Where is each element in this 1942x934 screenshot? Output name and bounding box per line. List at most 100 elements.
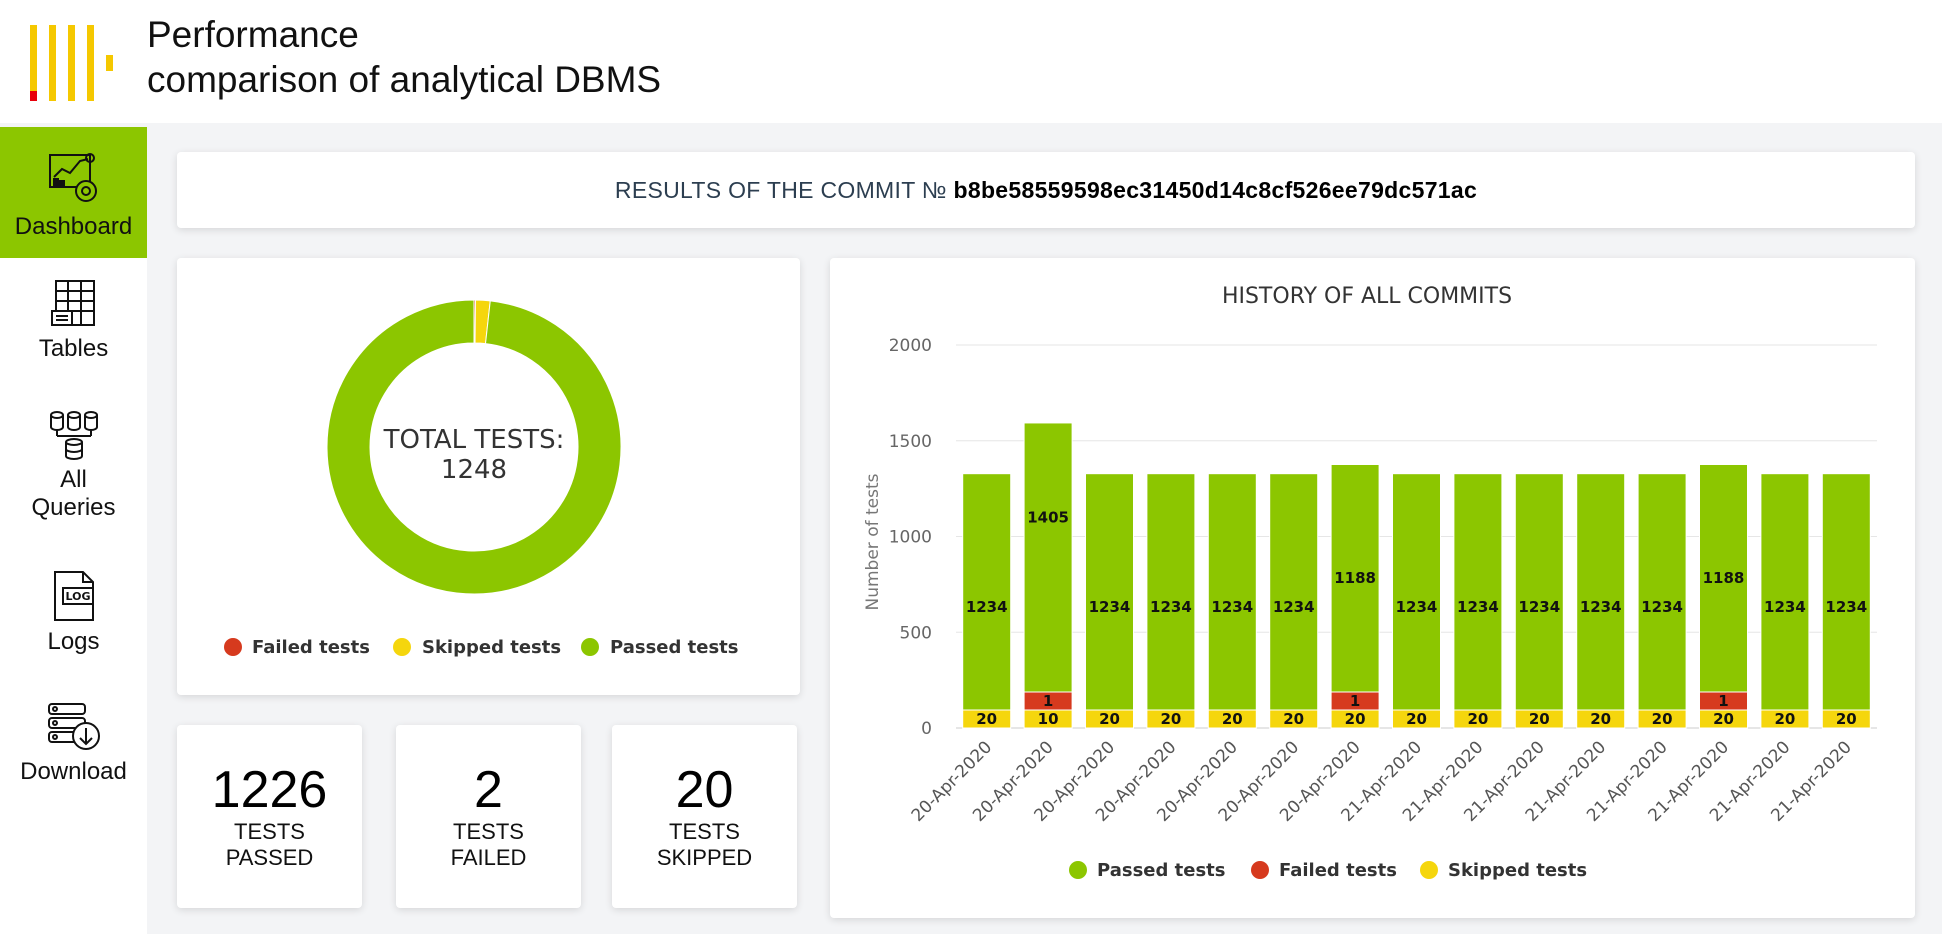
history-chart: HISTORY OF ALL COMMITS Number of tests 0… bbox=[863, 284, 1877, 881]
logo-bar-red bbox=[30, 91, 37, 101]
legend-marker bbox=[1251, 861, 1269, 879]
legend-label: Passed tests bbox=[610, 637, 739, 658]
donut-center-label: TOTAL TESTS: bbox=[383, 425, 565, 455]
bar-value-label: 20 bbox=[1529, 710, 1550, 728]
legend-item-passed-tests[interactable]: Passed tests bbox=[1069, 860, 1226, 881]
bar-value-label: 1234 bbox=[1580, 598, 1622, 616]
bar-value-label: 1188 bbox=[1703, 569, 1745, 587]
stat-value: 2 bbox=[474, 761, 503, 819]
bar-passed-tests[interactable] bbox=[1821, 473, 1871, 711]
stat-label-line2: FAILED bbox=[450, 845, 527, 870]
bar-passed-tests[interactable] bbox=[1760, 473, 1810, 711]
bar-passed-tests[interactable] bbox=[1637, 473, 1687, 711]
y-tick-label: 0 bbox=[921, 719, 932, 739]
history-chart-card: HISTORY OF ALL COMMITS Number of tests 0… bbox=[830, 258, 1915, 918]
donut-center-value: 1248 bbox=[441, 455, 507, 485]
legend-item-failed[interactable]: Failed tests bbox=[224, 637, 370, 658]
bar-value-label: 1234 bbox=[966, 598, 1008, 616]
sidebar-item-tables[interactable]: Tables bbox=[0, 279, 147, 363]
bar-value-label: 1188 bbox=[1334, 569, 1376, 587]
bar-passed-tests[interactable] bbox=[1023, 422, 1073, 693]
sidebar-item-label-line1: All bbox=[60, 466, 87, 493]
bar-passed-tests[interactable] bbox=[1085, 473, 1134, 711]
log-file-icon-text: LOG bbox=[65, 590, 90, 603]
bar-value-label: 1234 bbox=[1825, 598, 1867, 616]
dashboard-icon bbox=[48, 153, 97, 202]
logo-bar bbox=[87, 25, 94, 101]
bar-passed-tests[interactable] bbox=[1146, 473, 1196, 711]
page-title: Performance comparison of analytical DBM… bbox=[147, 12, 661, 102]
sidebar-item-label: Logs bbox=[47, 628, 100, 655]
legend-marker bbox=[393, 638, 411, 656]
chart-bars: 2012341011405201234201234201234201234201… bbox=[962, 422, 1871, 729]
logo-bar bbox=[49, 25, 56, 101]
legend-marker bbox=[1069, 861, 1087, 879]
legend-label: Failed tests bbox=[1279, 860, 1397, 881]
y-tick-label: 1500 bbox=[889, 432, 932, 452]
bar-value-label: 20 bbox=[1406, 710, 1427, 728]
bar-value-label: 20 bbox=[1099, 710, 1120, 728]
bar-passed-tests[interactable] bbox=[962, 473, 1012, 711]
x-axis-ticks: 20-Apr-202020-Apr-202020-Apr-202020-Apr-… bbox=[908, 737, 1856, 825]
stat-label-line1: TESTS bbox=[669, 819, 740, 844]
stat-label-line1: TESTS bbox=[453, 819, 524, 844]
bar-value-label: 20 bbox=[1774, 710, 1795, 728]
stat-label-line2: SKIPPED bbox=[656, 845, 753, 870]
bar-passed-tests[interactable] bbox=[1269, 473, 1319, 711]
sidebar-item-logs[interactable]: LOG Logs bbox=[0, 570, 147, 656]
bar-value-label: 20 bbox=[1590, 710, 1611, 728]
legend-item-skipped[interactable]: Skipped tests bbox=[393, 637, 561, 658]
sidebar-item-label-line2: Queries bbox=[31, 494, 116, 521]
download-icon bbox=[47, 703, 100, 750]
bar-value-label: 1 bbox=[1718, 692, 1728, 710]
sidebar-item-download[interactable]: Download bbox=[0, 702, 147, 786]
commit-prefix: RESULTS OF THE COMMIT № bbox=[614, 177, 947, 203]
sidebar-item-label: Dashboard bbox=[14, 213, 133, 240]
commit-hash[interactable]: b8be58559598ec31450d14c8cf526ee79dc571ac bbox=[954, 177, 1478, 203]
bar-value-label: 20 bbox=[1222, 710, 1243, 728]
bar-value-label: 10 bbox=[1038, 710, 1059, 728]
bar-passed-tests[interactable] bbox=[1514, 473, 1564, 711]
bar-value-label: 1234 bbox=[1641, 598, 1683, 616]
bar-value-label: 1234 bbox=[1273, 598, 1315, 616]
y-tick-label: 2000 bbox=[889, 336, 932, 356]
bar-value-label: 20 bbox=[1652, 710, 1673, 728]
total-tests-card: TOTAL TESTS: 1248 Failed tests Skipped t… bbox=[177, 258, 800, 695]
y-tick-label: 500 bbox=[900, 623, 932, 643]
sidebar-item-label: Tables bbox=[38, 335, 109, 362]
chart-title: HISTORY OF ALL COMMITS bbox=[1222, 284, 1512, 309]
bar-passed-tests[interactable] bbox=[1576, 473, 1626, 711]
bar-passed-tests[interactable] bbox=[1207, 473, 1257, 711]
bar-value-label: 20 bbox=[1467, 710, 1488, 728]
bar-passed-tests[interactable] bbox=[1453, 473, 1503, 711]
app-header: Performance comparison of analytical DBM… bbox=[0, 0, 1942, 123]
bar-value-label: 20 bbox=[1283, 710, 1304, 728]
bar-value-label: 1 bbox=[1350, 692, 1360, 710]
commit-banner: RESULTS OF THE COMMIT № b8be58559598ec31… bbox=[177, 152, 1915, 228]
legend-marker bbox=[1420, 861, 1438, 879]
bar-value-label: 1234 bbox=[1150, 598, 1192, 616]
stat-card-failed: 2 TESTS FAILED bbox=[396, 725, 581, 908]
sidebar-item-all-queries[interactable]: All Queries bbox=[0, 410, 147, 522]
legend-item-skipped-tests[interactable]: Skipped tests bbox=[1420, 860, 1587, 881]
donut-legend: Failed tests Skipped tests Passed tests bbox=[224, 637, 739, 658]
sidebar-item-dashboard[interactable]: Dashboard bbox=[0, 127, 147, 258]
logo-bar bbox=[68, 25, 75, 101]
log-file-icon: LOG bbox=[53, 571, 94, 621]
bar-passed-tests[interactable] bbox=[1392, 473, 1441, 711]
stat-card-passed: 1226 TESTS PASSED bbox=[177, 725, 362, 908]
bar-value-label: 1234 bbox=[1396, 598, 1438, 616]
legend-item-failed-tests[interactable]: Failed tests bbox=[1251, 860, 1397, 881]
bar-value-label: 1234 bbox=[1764, 598, 1806, 616]
y-axis-label: Number of tests bbox=[863, 473, 883, 610]
legend-marker bbox=[224, 638, 242, 656]
donut-chart: TOTAL TESTS: 1248 Failed tests Skipped t… bbox=[224, 299, 739, 658]
legend-item-passed[interactable]: Passed tests bbox=[581, 637, 739, 658]
bar-value-label: 1405 bbox=[1027, 508, 1069, 526]
stat-value: 20 bbox=[675, 761, 734, 819]
page-title-line2: comparison of analytical DBMS bbox=[147, 59, 662, 100]
legend-marker bbox=[581, 638, 599, 656]
page-title-line1: Performance bbox=[147, 14, 359, 55]
bar-value-label: 20 bbox=[1345, 710, 1366, 728]
bar-value-label: 20 bbox=[1160, 710, 1181, 728]
